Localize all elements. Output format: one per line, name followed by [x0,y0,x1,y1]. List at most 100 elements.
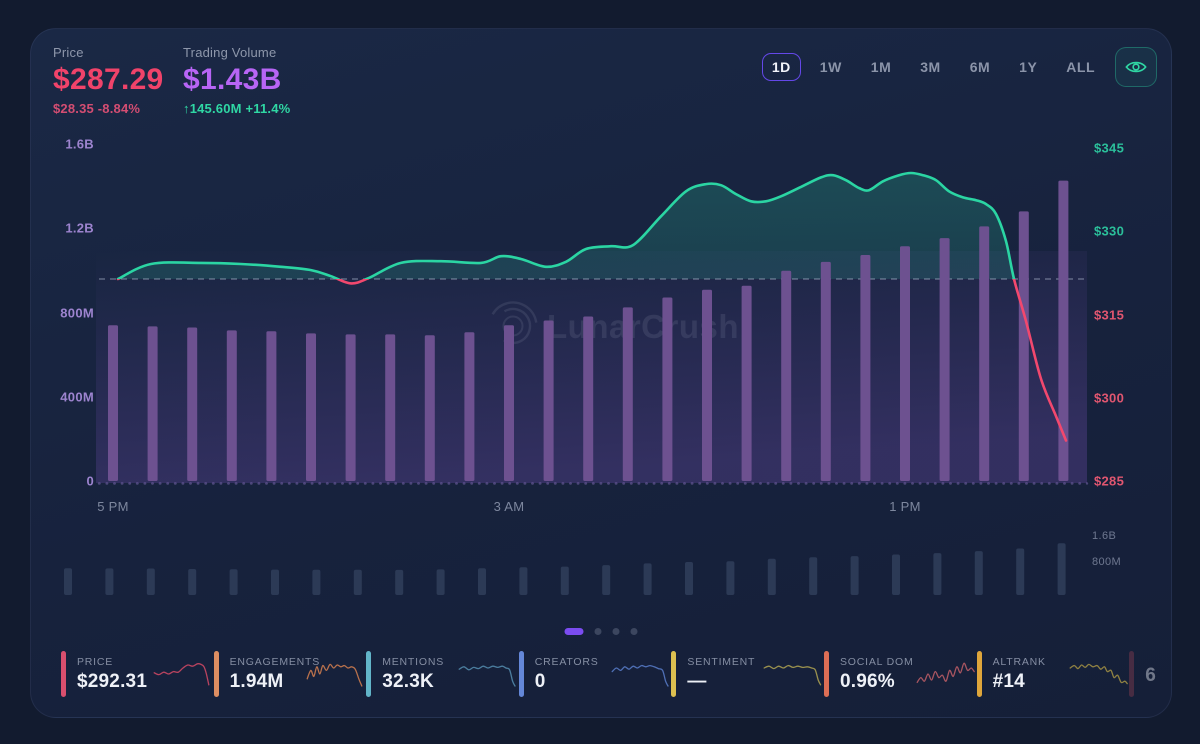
navigator-bar [146,568,155,595]
navigator-bars[interactable] [64,543,1066,595]
metric-card-creators[interactable]: CREATORS 0 [518,647,669,701]
volume-bar [939,238,950,481]
main-chart[interactable]: LunarCrush [31,29,1171,717]
metric-sparkline [458,665,516,687]
metric-accent-bar [824,651,829,697]
metric-card-clipped[interactable]: 6 [1129,647,1171,701]
volume-bar [583,316,594,481]
navigator-bar [188,569,197,595]
metric-sparkline [916,662,975,684]
volume-bar [860,255,871,481]
metric-card-value: 32.3K [382,670,434,692]
metric-card-label: MENTIONS [382,655,445,668]
volume-bar [464,332,475,481]
metric-card-altrank[interactable]: ALTRANK #14 [976,647,1128,701]
navigator-bar [809,557,818,595]
metric-card-price[interactable]: PRICE $292.31 [61,647,211,701]
navigator-bar [1057,543,1066,595]
volume-bar [226,330,237,481]
metric-accent-bar [213,651,219,697]
volume-bar [424,335,435,481]
metric-card-sentiment[interactable]: SENTIMENT — [671,647,822,701]
navigator-bar [312,569,321,595]
metric-card-text: SOCIAL DOM 0.96% [840,656,914,693]
navigator-bar [1016,548,1025,595]
metric-accent-bar [61,651,66,697]
volume-bar [108,325,118,481]
metric-card-text: SENTIMENT — [687,656,761,693]
metric-sparkline [153,663,210,686]
metric-accent-bar [518,651,524,697]
metric-card-mentions[interactable]: MENTIONS 32.3K [366,647,516,701]
metric-accent-bar [671,651,677,697]
metric-card-label: ENGAGEMENTS [229,655,321,668]
pagination-dot-1[interactable] [564,628,584,635]
metric-card-value: #14 [992,670,1025,692]
metric-card-social-dom[interactable]: SOCIAL DOM 0.96% [824,647,975,701]
navigator-bar [519,567,528,595]
metric-card-text: CREATORS 0 [535,656,609,693]
metric-card-value: 0 [534,670,546,692]
metric-card-text: 6 [1145,662,1171,687]
metric-sparkline [1069,663,1128,685]
pagination-dot-3[interactable] [612,628,620,635]
metric-card-value: — [687,670,707,692]
navigator-bar [767,558,776,595]
navigator-bar [974,551,983,595]
navigator-bar [643,563,652,595]
volume-bar [741,285,752,481]
metric-card-label: CREATORS [534,655,599,668]
navigator-bar [560,566,569,595]
volume-bar [543,320,554,481]
volume-bar [900,246,910,481]
metric-card-value: 1.94M [229,670,284,692]
navigator-bar [436,569,445,595]
metric-accent-bar [366,651,372,697]
metric-card-label: ALTRANK [992,655,1046,668]
navigator-bar [229,569,238,595]
metric-cards-row: PRICE $292.31 ENGAGEMENTS 1.94M MENTIONS 32.3… [31,647,1171,707]
volume-bar [662,297,673,481]
navigator-bar [726,561,735,595]
metric-card-label: PRICE [77,655,114,668]
volume-bar [1018,211,1029,481]
volume-bar [147,326,158,481]
navigator-bar [685,562,693,595]
metric-card-text: PRICE $292.31 [77,656,151,693]
volume-bar [781,270,792,481]
metric-card-text: ALTRANK #14 [993,656,1067,693]
metric-card-value: 0.96% [840,670,895,692]
metric-sparkline [611,664,669,687]
navigator-bar [271,569,279,595]
volume-bar [345,334,356,481]
volume-bar [622,307,633,481]
navigator-bar [353,569,362,595]
volume-bar [187,327,198,481]
pagination-dot-4[interactable] [630,628,638,635]
navigator-bar [933,553,942,595]
metric-card-text: MENTIONS 32.3K [382,656,456,693]
navigator-bar [64,568,72,595]
metrics-pagination [564,628,638,635]
metric-card-text: ENGAGEMENTS 1.94M [229,655,321,693]
navigator-bar [395,569,404,595]
volume-bar [266,331,277,481]
volume-bar [504,325,514,481]
volume-bar [979,226,990,481]
metric-card-engagements[interactable]: ENGAGEMENTS 1.94M [213,647,364,701]
navigator-bar [105,568,114,595]
navigator-bar [850,556,859,595]
metric-card-label: SOCIAL DOM [840,655,914,668]
navigator-bar [892,554,900,595]
metric-accent-bar [1129,651,1135,697]
pagination-dot-2[interactable] [594,628,602,635]
volume-bar [702,289,712,481]
metric-accent-bar [976,651,982,697]
volume-bar [306,333,316,481]
navigator-bar [478,568,486,595]
volume-bar [385,334,396,481]
dashboard-panel: Price $287.29 $28.35 -8.84% Trading Volu… [30,28,1172,718]
metric-sparkline [763,664,822,686]
metric-card-value: 6 [1145,664,1156,686]
metric-card-label: SENTIMENT [687,655,756,668]
